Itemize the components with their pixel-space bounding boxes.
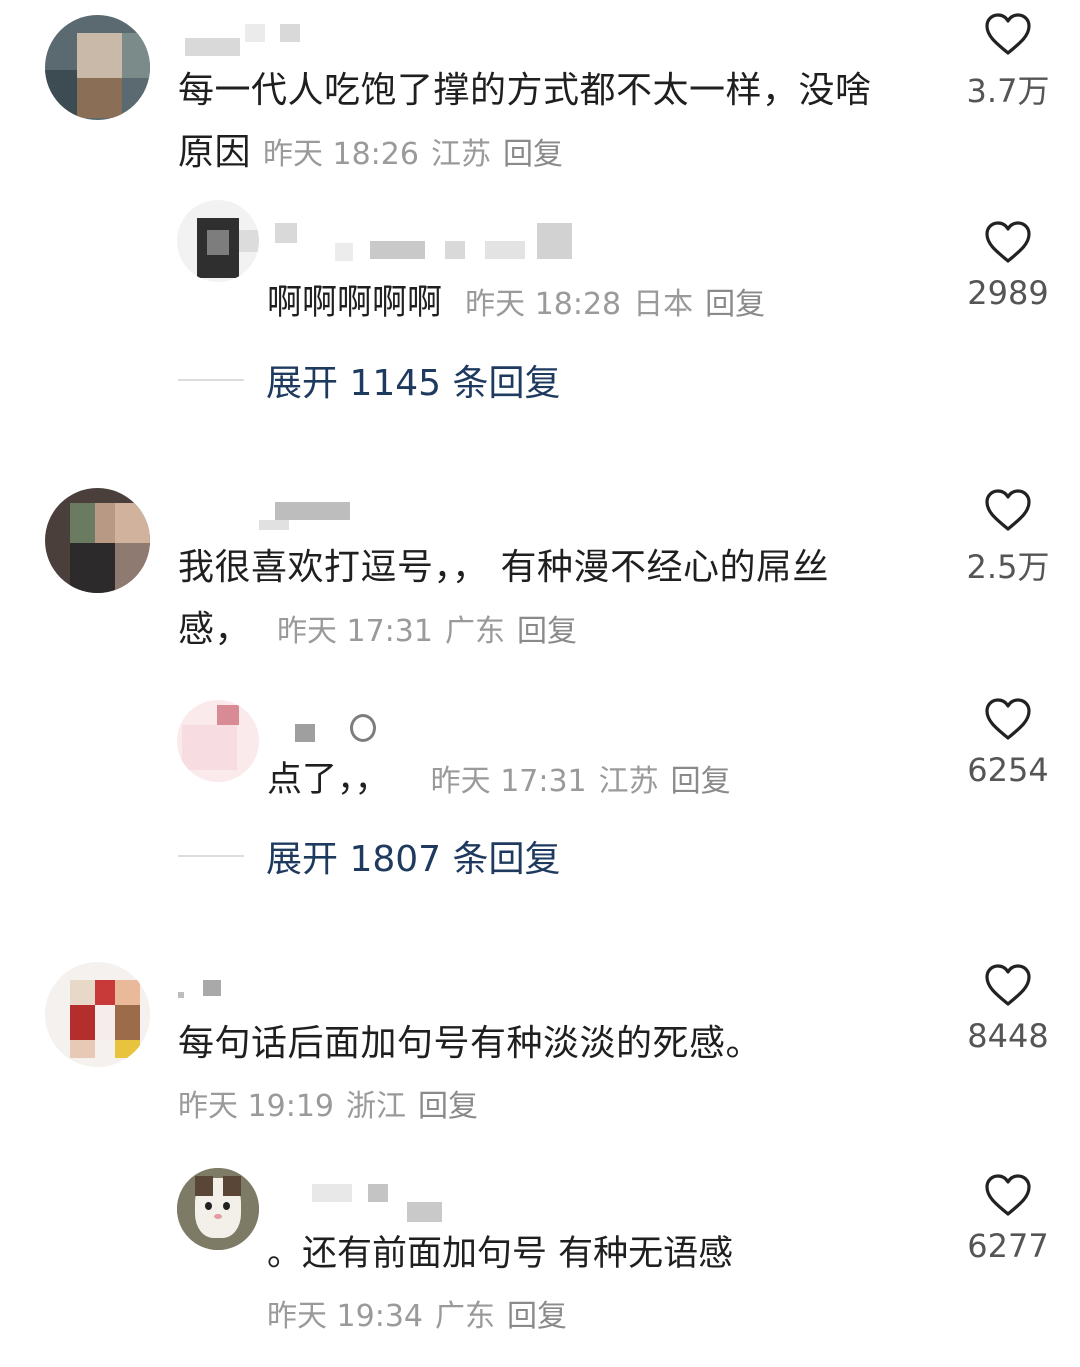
- like-count: 8448: [967, 1017, 1049, 1055]
- username-redacted[interactable]: [295, 708, 385, 742]
- reply-location: 日本: [633, 287, 694, 322]
- reply-location: 江苏: [598, 764, 659, 799]
- comment-text-line: 原因 昨天 18:26 江苏 回复: [178, 122, 938, 186]
- comment-meta: 昨天 17:31 广东 回复: [277, 614, 577, 649]
- username-redacted[interactable]: [312, 1182, 447, 1222]
- reply-meta: 昨天 18:28 日本 回复: [465, 287, 765, 322]
- comment-time: 昨天 18:26: [262, 137, 419, 172]
- avatar[interactable]: [177, 700, 259, 782]
- like-count: 6254: [967, 751, 1049, 789]
- reply-meta: 昨天 17:31 江苏 回复: [431, 764, 731, 799]
- avatar[interactable]: [45, 488, 150, 593]
- reply-meta: 昨天 19:34 广东 回复: [267, 1297, 579, 1337]
- expand-replies-button[interactable]: 展开 1145 条回复: [178, 355, 561, 405]
- comment-text-line: 我很喜欢打逗号，， 有种漫不经心的屌丝: [178, 547, 829, 588]
- like-button[interactable]: 2989: [938, 220, 1078, 312]
- heart-outline-icon: [985, 489, 1031, 531]
- like-button[interactable]: 8448: [938, 963, 1078, 1055]
- username-redacted[interactable]: [255, 498, 355, 532]
- reply-button[interactable]: 回复: [705, 287, 765, 322]
- heart-outline-icon: [985, 13, 1031, 55]
- comment-meta: 昨天 19:19 浙江 回复: [178, 1087, 490, 1127]
- like-count: 6277: [967, 1227, 1049, 1265]
- reply-text-row: 。还有前面加句号 有种无语感: [267, 1231, 733, 1277]
- expand-replies-label: 展开 1807 条回复: [266, 839, 561, 880]
- reply-time: 昨天 18:28: [465, 287, 622, 322]
- comment-text-continuation: 原因: [178, 132, 252, 173]
- avatar[interactable]: [45, 15, 150, 120]
- like-count: 2989: [967, 274, 1049, 312]
- like-button[interactable]: 3.7万: [938, 12, 1078, 112]
- comment-time: 昨天 19:19: [178, 1089, 334, 1124]
- comment-text: 每一代人吃饱了撑的方式都不太一样，没啥 原因 昨天 18:26 江苏 回复: [178, 60, 938, 186]
- avatar[interactable]: [177, 200, 259, 282]
- username-redacted[interactable]: [178, 978, 228, 1012]
- avatar[interactable]: [45, 962, 150, 1067]
- username-redacted[interactable]: [275, 223, 595, 261]
- comment-location: 江苏: [430, 137, 491, 172]
- comment-location: 广东: [444, 614, 505, 649]
- comment-location: 浙江: [346, 1089, 406, 1124]
- reply-location: 广东: [435, 1299, 495, 1334]
- reply-button[interactable]: 回复: [671, 764, 731, 799]
- heart-outline-icon: [985, 1174, 1031, 1216]
- divider: [178, 855, 244, 857]
- username-redacted[interactable]: [185, 20, 305, 56]
- comment-time: 昨天 17:31: [276, 614, 433, 649]
- like-count: 3.7万: [966, 72, 1050, 110]
- like-count: 2.5万: [966, 548, 1050, 586]
- heart-outline-icon: [985, 964, 1031, 1006]
- reply-text: 点了，，: [267, 760, 390, 800]
- reply-button[interactable]: 回复: [517, 614, 577, 649]
- reply-button[interactable]: 回复: [507, 1299, 567, 1334]
- comment-text-line: 感， 昨天 17:31 广东 回复: [178, 599, 938, 663]
- heart-outline-icon: [985, 698, 1031, 740]
- comment-meta: 昨天 18:26 江苏 回复: [263, 137, 563, 172]
- expand-replies-label: 展开 1145 条回复: [266, 363, 561, 404]
- reply-text: 啊啊啊啊啊: [267, 283, 443, 323]
- reply-time: 昨天 19:34: [267, 1299, 423, 1334]
- reply-text-row: 啊啊啊啊啊 昨天 18:28 日本 回复: [267, 280, 765, 328]
- expand-replies-button[interactable]: 展开 1807 条回复: [178, 831, 561, 881]
- comment-text-line: 每句话后面加句号有种淡淡的死感。: [178, 1023, 763, 1064]
- reply-time: 昨天 17:31: [430, 764, 587, 799]
- comment-text-continuation: 感，: [178, 609, 252, 650]
- avatar[interactable]: [177, 1168, 259, 1250]
- like-button[interactable]: 6277: [938, 1173, 1078, 1265]
- comment-text: 我很喜欢打逗号，， 有种漫不经心的屌丝 感， 昨天 17:31 广东 回复: [178, 537, 938, 663]
- reply-button[interactable]: 回复: [418, 1089, 478, 1124]
- comment-text: 每句话后面加句号有种淡淡的死感。: [178, 1013, 938, 1075]
- like-button[interactable]: 6254: [938, 697, 1078, 789]
- divider: [178, 379, 244, 381]
- reply-text: 。还有前面加句号 有种无语感: [267, 1234, 734, 1274]
- reply-text-row: 点了，， 昨天 17:31 江苏 回复: [267, 757, 731, 805]
- reply-button[interactable]: 回复: [503, 137, 563, 172]
- comment-text-line: 每一代人吃饱了撑的方式都不太一样，没啥: [178, 70, 872, 111]
- heart-outline-icon: [985, 221, 1031, 263]
- like-button[interactable]: 2.5万: [938, 488, 1078, 588]
